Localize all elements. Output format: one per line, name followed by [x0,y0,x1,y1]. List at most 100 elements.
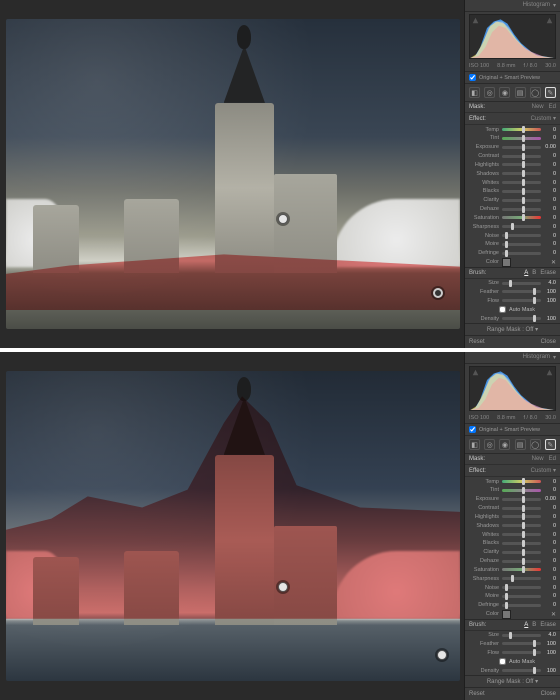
effect-slider-moire[interactable]: Moire 0 [465,240,560,249]
brush-slider-density[interactable]: Density 100 [465,666,560,675]
slider-track[interactable] [502,137,541,140]
effect-slider-clarity[interactable]: Clarity 0 [465,548,560,557]
effect-slider-moire[interactable]: Moire 0 [465,592,560,601]
automask-checkbox[interactable] [499,306,506,313]
brush-a[interactable]: A [524,270,528,276]
slider-track[interactable] [502,533,541,536]
slider-track[interactable] [502,290,541,293]
slider-track[interactable] [502,155,541,158]
reset-button[interactable]: Reset [469,339,485,345]
effect-slider-saturation[interactable]: Saturation 0 [465,213,560,222]
brush-slider-flow[interactable]: Flow 100 [465,296,560,305]
slider-track[interactable] [502,551,541,554]
range-mask-row[interactable]: Range Mask : Off ▾ [465,323,560,335]
slider-track[interactable] [502,498,541,501]
slider-track[interactable] [502,480,541,483]
brush-a[interactable]: A [524,622,528,628]
effect-slider-exposure[interactable]: Exposure 0.00 [465,495,560,504]
close-button[interactable]: Close [541,691,556,697]
slider-track[interactable] [502,577,541,580]
effect-slider-sharpness[interactable]: Sharpness 0 [465,574,560,583]
slider-track[interactable] [502,634,541,637]
effect-slider-defringe[interactable]: Defringe 0 [465,601,560,610]
effect-slider-dehaze[interactable]: Dehaze 0 [465,205,560,214]
effect-slider-shadows[interactable]: Shadows 0 [465,521,560,530]
effect-slider-defringe[interactable]: Defringe 0 [465,249,560,258]
effect-slider-blacks[interactable]: Blacks 0 [465,187,560,196]
tool-spot[interactable]: ◎ [484,439,495,450]
effect-slider-highlights[interactable]: Highlights 0 [465,513,560,522]
effect-slider-saturation[interactable]: Saturation 0 [465,565,560,574]
histogram-header[interactable]: Histogram ▾ [465,352,560,364]
effect-slider-contrast[interactable]: Contrast 0 [465,504,560,513]
effect-slider-noise[interactable]: Noise 0 [465,231,560,240]
effect-slider-blacks[interactable]: Blacks 0 [465,539,560,548]
slider-track[interactable] [502,642,541,645]
color-swatch[interactable] [502,610,511,619]
mask-edit[interactable]: Ed [549,104,556,110]
tool-radial[interactable]: ◯ [530,87,541,98]
slider-track[interactable] [502,216,541,219]
effect-slider-temp[interactable]: Temp 0 [465,477,560,486]
tool-crop[interactable]: ◧ [469,439,480,450]
histogram[interactable] [469,14,556,59]
slider-track[interactable] [502,586,541,589]
slider-track[interactable] [502,515,541,518]
image-canvas[interactable] [0,352,464,700]
original-preview-row[interactable]: Original + Smart Preview [465,424,560,436]
effect-slider-whites[interactable]: Whites 0 [465,178,560,187]
brush-slider-density[interactable]: Density 100 [465,314,560,323]
slider-track[interactable] [502,181,541,184]
slider-track[interactable] [502,595,541,598]
effect-header[interactable]: Effect: Custom ▾ [465,113,560,125]
slider-track[interactable] [502,317,541,320]
brush-erase[interactable]: Erase [540,270,556,276]
range-mask-row[interactable]: Range Mask : Off ▾ [465,675,560,687]
effect-slider-tint[interactable]: Tint 0 [465,486,560,495]
histogram-header[interactable]: Histogram ▾ [465,0,560,12]
slider-track[interactable] [502,282,541,285]
slider-track[interactable] [502,669,541,672]
color-swatch[interactable] [502,258,511,267]
effect-slider-dehaze[interactable]: Dehaze 0 [465,557,560,566]
slider-track[interactable] [502,199,541,202]
tool-spot[interactable]: ◎ [484,87,495,98]
mask-new[interactable]: New [532,456,544,462]
tool-radial[interactable]: ◯ [530,439,541,450]
close-button[interactable]: Close [541,339,556,345]
tool-grad[interactable]: ▤ [515,87,526,98]
effect-slider-sharpness[interactable]: Sharpness 0 [465,222,560,231]
slider-track[interactable] [502,146,541,149]
slider-track[interactable] [502,243,541,246]
automask-checkbox[interactable] [499,658,506,665]
brush-slider-size[interactable]: Size 4.0 [465,631,560,640]
effect-slider-temp[interactable]: Temp 0 [465,125,560,134]
clip-shadow-icon[interactable] [472,369,479,376]
preview-checkbox[interactable] [469,74,476,81]
color-row[interactable]: Color ✕ [465,610,560,619]
tool-brush[interactable]: ✎ [545,87,556,98]
tool-grad[interactable]: ▤ [515,439,526,450]
effect-slider-contrast[interactable]: Contrast 0 [465,152,560,161]
close-icon[interactable]: ✕ [551,259,556,266]
brush-slider-feather[interactable]: Feather 100 [465,287,560,296]
original-preview-row[interactable]: Original + Smart Preview [465,72,560,84]
clip-highlight-icon[interactable] [546,17,553,24]
preview-checkbox[interactable] [469,426,476,433]
adjustment-pin[interactable] [437,650,447,660]
clip-highlight-icon[interactable] [546,369,553,376]
image-canvas[interactable] [0,0,464,348]
slider-track[interactable] [502,299,541,302]
slider-track[interactable] [502,252,541,255]
adjustment-pin[interactable] [278,582,288,592]
slider-track[interactable] [502,507,541,510]
slider-track[interactable] [502,208,541,211]
slider-track[interactable] [502,190,541,193]
tool-brush[interactable]: ✎ [545,439,556,450]
slider-track[interactable] [502,234,541,237]
brush-erase[interactable]: Erase [540,622,556,628]
automask-row[interactable]: Auto Mask [465,305,560,314]
brush-b[interactable]: B [532,270,536,276]
slider-track[interactable] [502,172,541,175]
tool-eye[interactable]: ◉ [499,87,510,98]
